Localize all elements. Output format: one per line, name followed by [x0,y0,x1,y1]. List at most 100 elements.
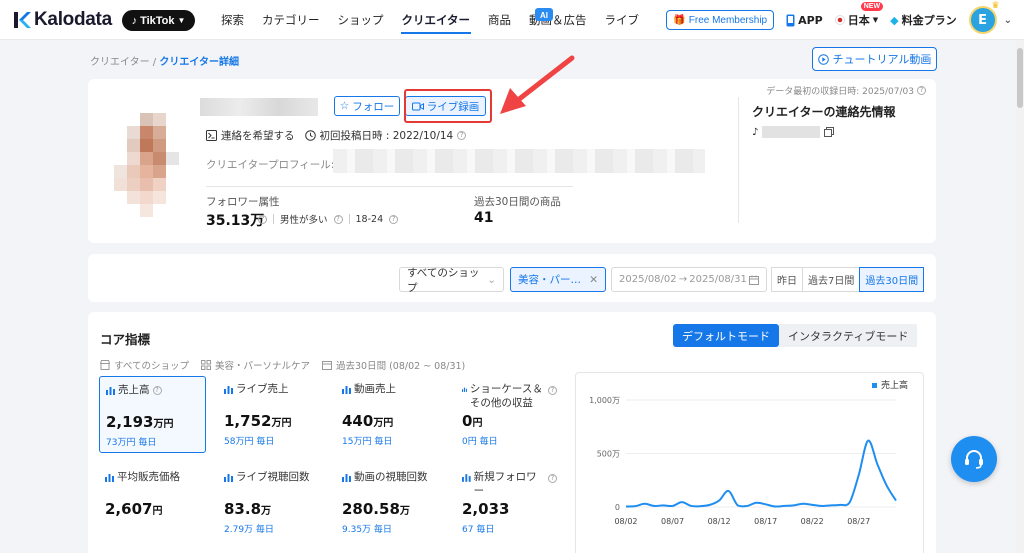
metric-daily: 67 毎日 [462,525,495,535]
contact-request[interactable]: 連絡を希望する [206,128,295,143]
range-30-days[interactable]: 過去30日間 [859,267,925,292]
metric-label: 売上高 [118,384,150,396]
clear-icon[interactable]: ✕ [589,274,598,286]
page-scrollbar[interactable] [1016,40,1024,553]
date-range-picker[interactable]: 2025/08/02 → 2025/08/31 [611,267,767,292]
metric-video-views[interactable]: 動画の視聴回数 280.58万 9.35万 毎日 [336,464,443,541]
interactive-mode-button[interactable]: インタラクティブモード [779,324,918,347]
nav-item-video-ads[interactable]: 動画＆広告 [520,0,596,40]
chart-legend-label: 売上高 [881,379,908,391]
follower-count: 35.13万 [206,213,265,229]
metric-number: 2,607 [105,500,153,518]
metric-revenue[interactable]: 売上高 ? 2,193万円 73万円 毎日 [99,376,206,453]
creator-meta-row: 連絡を希望する 初回投稿日時 : 2022/10/14 ? [206,128,467,143]
bar-chart-icon [342,386,351,394]
nav-item-explore[interactable]: 探索 [212,0,253,40]
help-icon[interactable]: ? [457,131,467,140]
calendar-icon [321,361,332,370]
info-category: 美容・パーソナルケア [200,358,310,372]
help-icon[interactable]: ? [917,86,926,95]
metric-label: 動画の視聴回数 [354,471,428,483]
ai-badge-icon: AI [535,8,553,21]
shop-select-value: すべてのショップ [407,266,480,294]
metric-live-revenue[interactable]: ライブ売上 1,752万円 58万円 毎日 [218,376,325,453]
right-nav: 🎁 Free Membership APP 日本 ▼ NEW ◆ 料金プラン E… [666,0,1012,40]
range-yesterday[interactable]: 昨日 [771,267,803,292]
membership-label: Free Membership [688,14,768,26]
pricing-link[interactable]: ◆ 料金プラン [890,12,956,28]
help-icon[interactable]: ? [548,474,557,483]
info-period: 過去30日間 (08/02 ~ 08/31) [321,358,465,372]
logo[interactable]: Kalodata [12,9,112,31]
metric-label-row: 新規フォロワー [462,471,544,498]
calendar-icon [749,275,759,285]
clock-icon [304,130,316,141]
main-nav: 探索 カテゴリー ショップ クリエイター 商品 動画＆広告 ライブ [212,0,648,40]
copy-icon[interactable] [824,127,835,137]
metric-number: 2,193 [106,413,154,431]
shop-select[interactable]: すべてのショップ ⌄ [399,266,504,294]
avatar[interactable]: E ♛ [968,1,1000,34]
divider [273,214,274,224]
contact-tiktok-row: ♪ [752,126,835,138]
help-icon[interactable]: ? [258,214,267,224]
gift-icon: 🎁 [673,14,686,26]
range-7-days[interactable]: 過去7日間 [802,267,861,292]
metric-daily: 2.79万 毎日 [224,525,274,535]
chart-x-tick-label: 08/17 [754,517,777,526]
follower-attributes: ? 男性が多い ? 18-24 ? [258,212,399,226]
follow-button[interactable]: ☆ フォロー [334,96,400,116]
metric-new-followers[interactable]: 新規フォロワー ? 2,033 67 毎日 [456,464,563,541]
help-icon[interactable]: ? [548,386,557,395]
metric-avg-price[interactable]: 平均販売価格 2,607円 [99,464,206,541]
metric-label: ライブ視聴回数 [236,471,310,483]
nav-item-creator[interactable]: クリエイター [393,0,480,40]
tiktok-icon: ♪ [752,126,759,138]
metric-unit: 円 [152,506,163,517]
breadcrumb: クリエイター / クリエイター詳細 [90,53,239,68]
category-select[interactable]: 美容・パー… ✕ [510,267,606,292]
breadcrumb-parent[interactable]: クリエイター [90,57,150,68]
tutorial-video-button[interactable]: チュートリアル動画 [812,47,937,71]
date-end: 2025/08/31 [689,274,747,285]
customer-support-button[interactable] [951,436,997,482]
help-icon[interactable]: ? [333,214,343,224]
app-link[interactable]: APP [786,14,823,27]
metric-label: 新規フォロワー [473,471,537,497]
nav-item-category[interactable]: カテゴリー [253,0,329,40]
scrollbar-thumb[interactable] [1017,48,1023,108]
contact-icon [206,130,217,141]
metric-label: ショーケース＆その他の収益 [469,383,543,409]
pricing-label: 料金プラン [901,14,957,27]
metric-number: 0 [462,412,473,430]
store-icon [100,360,110,370]
account-menu[interactable]: E ♛ ⌄ [968,1,1012,34]
nav-item-shop[interactable]: ショップ [329,0,393,40]
metric-video-revenue[interactable]: 動画売上 440万円 15万円 毎日 [336,376,443,453]
metric-value: 0円 [462,412,482,430]
nav-item-live[interactable]: ライブ [596,0,649,40]
help-icon[interactable]: ? [389,214,399,224]
nav-item-product[interactable]: 商品 [479,0,520,40]
bar-chart-icon [224,474,233,482]
membership-button[interactable]: 🎁 Free Membership [666,10,775,30]
metric-label-row: ショーケース＆その他の収益 [462,383,544,410]
info-shop-label: すべてのショップ [114,361,189,372]
default-mode-button[interactable]: デフォルトモード [673,324,779,347]
metric-live-views[interactable]: ライブ視聴回数 83.8万 2.79万 毎日 [218,464,325,541]
metric-showcase-revenue[interactable]: ショーケース＆その他の収益 ? 0円 0円 毎日 [456,376,563,453]
logo-text: Kalodata [34,9,112,30]
platform-selector[interactable]: ♪ TikTok ▼ [122,10,195,31]
arrow-right-icon: → [678,274,688,285]
region-selector[interactable]: 日本 ▼ NEW [834,2,884,28]
metric-value: 2,193万円 [106,413,173,431]
avatar-initial: E [978,12,988,28]
divider [738,97,739,223]
help-icon[interactable]: ? [152,386,162,395]
breadcrumb-current: クリエイター詳細 [159,57,239,68]
metric-daily: 15万円 毎日 [342,437,393,447]
metric-unit: 万 [261,506,272,517]
first-collected-date: データ最初の収録日時: 2025/07/03 ? [766,84,926,97]
chart-x-tick-label: 08/02 [614,517,637,526]
products-count: 41 [474,210,494,226]
